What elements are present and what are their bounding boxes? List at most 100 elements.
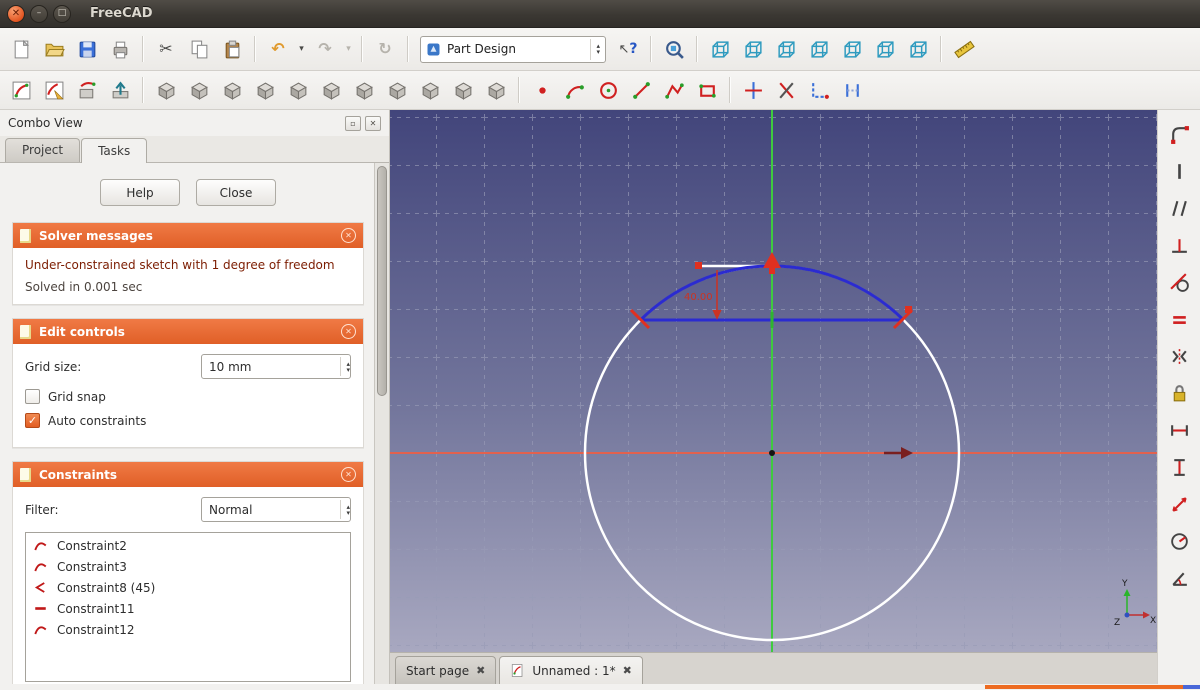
polar-pattern-button[interactable]	[448, 75, 478, 105]
rear-view-button[interactable]	[837, 34, 867, 64]
grid-size-spinbox[interactable]: 10 mm ▴ ▾	[201, 354, 351, 379]
print-document-button[interactable]	[105, 34, 135, 64]
tab-unnamed-document[interactable]: Unnamed : 1* ✖	[499, 656, 643, 684]
panel-float-button[interactable]: ▫	[345, 115, 361, 131]
cut-button[interactable]: ✂	[151, 34, 181, 64]
create-polyline-button[interactable]	[659, 75, 689, 105]
create-line-button[interactable]	[626, 75, 656, 105]
copy-button[interactable]	[184, 34, 214, 64]
revolution-button[interactable]	[217, 75, 247, 105]
create-rectangle-button[interactable]	[692, 75, 722, 105]
front-view-button[interactable]	[738, 34, 768, 64]
collapse-section-icon[interactable]: ✕	[341, 467, 356, 482]
constraint-list[interactable]: Constraint2 Constraint3 Constraint8 (45)	[25, 532, 351, 682]
map-sketch-button[interactable]	[72, 75, 102, 105]
constraint-list-item[interactable]: Constraint2	[26, 535, 350, 556]
window-minimize-button[interactable]: –	[30, 4, 48, 23]
solver-message[interactable]: Under-constrained sketch with 1 degree o…	[25, 258, 351, 272]
create-point-button[interactable]	[527, 75, 557, 105]
redo-button[interactable]: ↷	[310, 34, 340, 64]
constraint-list-item[interactable]: Constraint8 (45)	[26, 577, 350, 598]
multitransform-button[interactable]	[481, 75, 511, 105]
chamfer-button[interactable]	[316, 75, 346, 105]
external-geometry-button[interactable]	[804, 75, 834, 105]
measure-distance-button[interactable]	[949, 34, 979, 64]
auto-constraints-row[interactable]: ✓ Auto constraints	[25, 413, 351, 428]
tangent-constraint-button[interactable]	[1166, 270, 1192, 294]
right-view-button[interactable]	[804, 34, 834, 64]
groove-button[interactable]	[250, 75, 280, 105]
auto-constraints-checkbox[interactable]: ✓	[25, 413, 40, 428]
equal-constraint-button[interactable]	[1166, 307, 1192, 331]
save-document-button[interactable]	[72, 34, 102, 64]
solver-messages-header[interactable]: Solver messages ✕	[13, 223, 363, 248]
perpendicular-constraint-button[interactable]	[1166, 233, 1192, 257]
grid-snap-checkbox[interactable]	[25, 389, 40, 404]
create-fillet-button[interactable]	[1166, 122, 1192, 146]
linear-pattern-button[interactable]	[382, 75, 412, 105]
pad-button[interactable]	[151, 75, 181, 105]
titlebar[interactable]: ✕ – □ FreeCAD	[0, 0, 1200, 28]
tab-close-icon[interactable]: ✖	[476, 664, 485, 677]
workbench-selector[interactable]: Part Design ▴ ▾	[420, 35, 606, 63]
window-maximize-button[interactable]: □	[53, 4, 71, 23]
bottom-view-button[interactable]	[870, 34, 900, 64]
scrollbar-thumb[interactable]	[377, 166, 387, 396]
trim-edge-button[interactable]	[771, 75, 801, 105]
mirrored-button[interactable]	[415, 75, 445, 105]
tab-tasks[interactable]: Tasks	[81, 138, 148, 163]
whats-this-button[interactable]: ↖?	[613, 34, 643, 64]
parallel-constraint-button[interactable]	[1166, 196, 1192, 220]
refresh-button[interactable]: ↻	[370, 34, 400, 64]
lock-constraint-button[interactable]	[1166, 381, 1192, 405]
spin-arrows-icon[interactable]: ▴ ▾	[340, 357, 350, 376]
paste-button[interactable]	[217, 34, 247, 64]
spin-arrows-icon[interactable]: ▴ ▾	[340, 500, 350, 519]
filter-combobox[interactable]: Normal ▴ ▾	[201, 497, 351, 522]
constraint-list-item[interactable]: Constraint12	[26, 619, 350, 640]
create-sketch-button[interactable]	[6, 75, 36, 105]
top-view-button[interactable]	[771, 34, 801, 64]
collapse-section-icon[interactable]: ✕	[341, 228, 356, 243]
new-document-button[interactable]	[6, 34, 36, 64]
help-button[interactable]: Help	[100, 179, 180, 206]
draft-button[interactable]	[349, 75, 379, 105]
3d-viewport[interactable]: 40.00 Y X Z	[390, 110, 1157, 652]
tab-close-icon[interactable]: ✖	[623, 664, 632, 677]
collapse-section-icon[interactable]: ✕	[341, 324, 356, 339]
tasks-scrollbar[interactable]	[374, 163, 389, 684]
constraint-list-item[interactable]: Constraint11	[26, 598, 350, 619]
create-circle-button[interactable]	[593, 75, 623, 105]
edit-controls-header[interactable]: Edit controls ✕	[13, 319, 363, 344]
edit-sketch-button[interactable]	[39, 75, 69, 105]
symmetric-constraint-button[interactable]	[1166, 344, 1192, 368]
constraints-header[interactable]: Constraints ✕	[13, 462, 363, 487]
fit-all-button[interactable]	[659, 34, 689, 64]
axonometric-view-button[interactable]	[705, 34, 735, 64]
tab-start-page[interactable]: Start page ✖	[395, 656, 497, 684]
vertical-distance-button[interactable]	[1166, 455, 1192, 479]
constraint-list-item[interactable]: Constraint3	[26, 556, 350, 577]
fillet-button[interactable]	[283, 75, 313, 105]
leave-sketch-button[interactable]	[105, 75, 135, 105]
construction-axes-button[interactable]	[738, 75, 768, 105]
horizontal-distance-button[interactable]	[1166, 418, 1192, 442]
panel-close-button[interactable]: ✕	[365, 115, 381, 131]
open-document-button[interactable]	[39, 34, 69, 64]
radius-constraint-button[interactable]	[1166, 529, 1192, 553]
undo-button[interactable]: ↶	[263, 34, 293, 64]
grid-snap-row[interactable]: Grid snap	[25, 389, 351, 404]
redo-dropdown-button[interactable]: ▾	[343, 34, 354, 64]
tab-project[interactable]: Project	[5, 138, 81, 162]
undo-dropdown-button[interactable]: ▾	[296, 34, 307, 64]
origin-point[interactable]	[769, 450, 775, 456]
window-close-button[interactable]: ✕	[7, 4, 25, 23]
create-arc-button[interactable]	[560, 75, 590, 105]
dimension-label[interactable]: 40.00	[684, 292, 713, 303]
close-button[interactable]: Close	[196, 179, 276, 206]
left-view-button[interactable]	[903, 34, 933, 64]
pocket-button[interactable]	[184, 75, 214, 105]
distance-button[interactable]	[1166, 492, 1192, 516]
vertical-constraint-button[interactable]	[1166, 159, 1192, 183]
sketch-canvas[interactable]: 40.00 Y X Z	[390, 110, 1157, 652]
